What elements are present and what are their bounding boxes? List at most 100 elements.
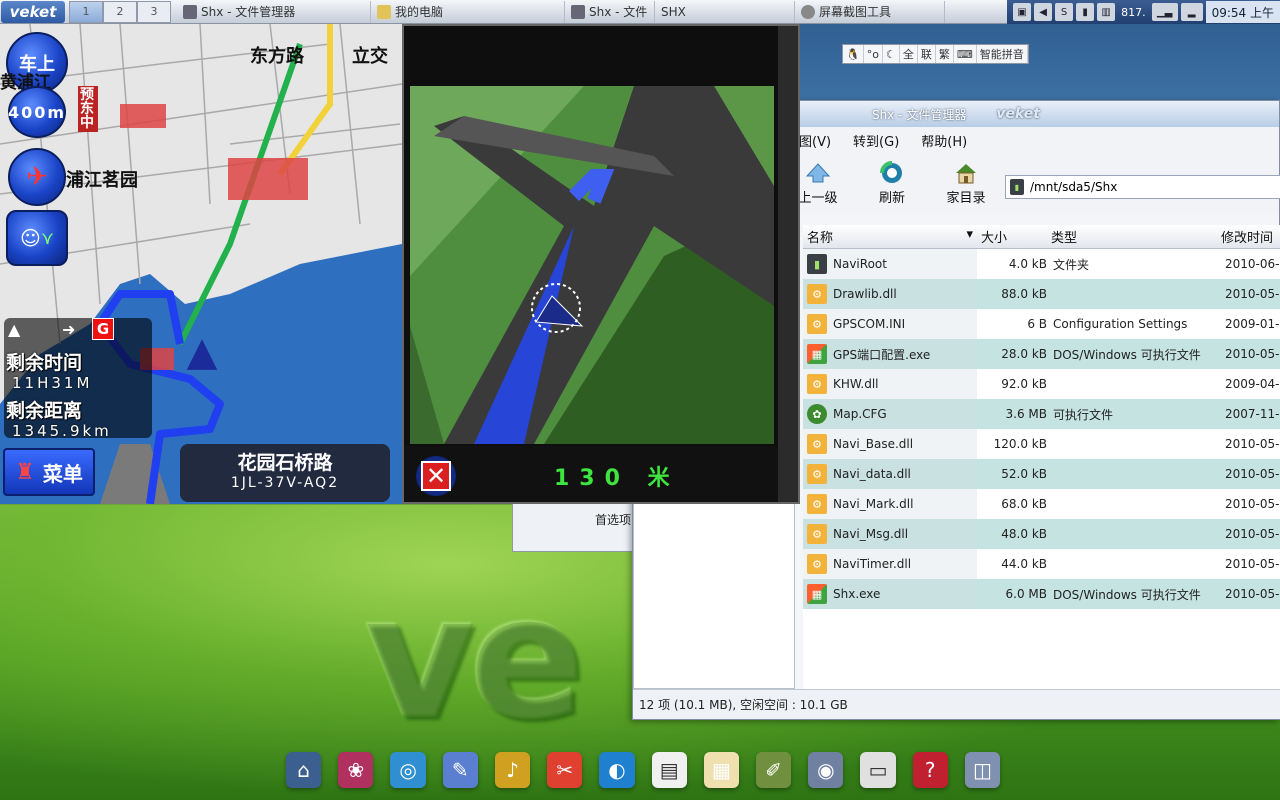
table-row[interactable]: ⚙ Drawlib.dll 88.0 kB 2010-05- <box>803 279 1280 309</box>
remaining-distance-label: 剩余距离 <box>6 400 83 422</box>
table-row[interactable]: ⚙ KHW.dll 92.0 kB 2009-04- <box>803 369 1280 399</box>
ime-toolbar: 🐧 °o ☾ 全 联 繁 ⌨ 智能拼音 <box>842 44 1029 64</box>
dock-chart-icon[interactable]: ▦ <box>703 752 739 788</box>
file-name-cell: ⚙ Navi_Base.dll <box>803 429 977 459</box>
table-row[interactable]: ⚙ Navi_Msg.dll 48.0 kB 2010-05- <box>803 519 1280 549</box>
file-size: 4.0 kB <box>1008 257 1047 271</box>
home-button[interactable]: 家目录 <box>941 161 991 206</box>
moon-icon[interactable]: ☾ <box>883 45 900 63</box>
remaining-distance-value: 1345.9km <box>12 422 112 440</box>
table-row[interactable]: ▮ NaviRoot 4.0 kB 文件夹 2010-06- <box>803 249 1280 279</box>
menu-view[interactable]: 图(V) <box>799 131 831 150</box>
dock-printer-icon[interactable]: ▭ <box>860 752 896 788</box>
task-button-computer[interactable]: 我的电脑 <box>371 0 565 23</box>
file-name-cell: ⚙ KHW.dll <box>803 369 977 399</box>
penguin-icon[interactable]: 🐧 <box>843 45 864 63</box>
scale-button[interactable]: 400m <box>8 86 66 138</box>
file-mtime: 2010-05- <box>1225 497 1280 511</box>
file-mtime: 2007-11- <box>1225 407 1280 421</box>
workspace-2[interactable]: 2 <box>103 0 137 23</box>
keyboard-icon[interactable]: ⌨ <box>954 45 977 63</box>
avatar-route-button[interactable]: ☺ ⋎ <box>6 210 68 266</box>
compass-button[interactable]: ✈ <box>8 148 66 206</box>
column-name[interactable]: 名称 ▾ <box>803 227 977 246</box>
path-bar[interactable]: ▮ /mnt/sda5/Shx <box>1005 175 1280 199</box>
workspace-3[interactable]: 3 <box>137 0 171 23</box>
dock-document-icon[interactable]: ▤ <box>651 752 687 788</box>
dock-help-icon[interactable]: ? <box>912 752 948 788</box>
file-mtime: 2010-05- <box>1225 467 1280 481</box>
dock-drive-icon[interactable]: ◉ <box>808 752 844 788</box>
column-type[interactable]: 类型 <box>1047 227 1217 246</box>
clock[interactable]: 09:54 上午 <box>1205 1 1280 23</box>
dock-ball-icon[interactable]: ◎ <box>390 752 426 788</box>
table-row[interactable]: ⚙ Navi_Mark.dll 68.0 kB 2010-05- <box>803 489 1280 519</box>
ime-item[interactable]: 繁 <box>936 45 954 63</box>
file-name: GPSCOM.INI <box>833 317 906 331</box>
refresh-icon <box>879 160 905 185</box>
task-label: 屏幕截图工具 <box>819 5 892 19</box>
menu-goto[interactable]: 转到(G) <box>853 131 899 150</box>
dock-paint-icon[interactable]: ✐ <box>755 752 792 788</box>
table-row[interactable]: ▦ Shx.exe 6.0 MB DOS/Windows 可执行文件 2010-05- <box>803 579 1280 609</box>
dock-music-icon[interactable]: ♪ <box>494 752 531 788</box>
table-row[interactable]: ⚙ NaviTimer.dll 44.0 kB 2010-05- <box>803 549 1280 579</box>
task-button-shx-fm-2[interactable]: Shx - 文件 <box>565 0 655 23</box>
task-label: Shx - 文件 <box>589 5 648 19</box>
file-size: 88.0 kB <box>1001 287 1047 301</box>
network-icon[interactable]: ▣ <box>1013 3 1032 21</box>
dock-camera-icon[interactable]: ◫ <box>964 752 1001 788</box>
thermometer-icon[interactable]: ▮ <box>1076 3 1095 21</box>
close-button[interactable]: ✕ <box>416 456 456 496</box>
task-button-screenshot[interactable]: 屏幕截图工具 <box>795 0 945 23</box>
vehicle-cursor-icon: ▲ <box>186 329 218 375</box>
junction-scrollbar[interactable] <box>778 26 798 502</box>
arrow-right-icon: ➜ <box>62 320 76 339</box>
workspace-1[interactable]: 1 <box>69 0 103 23</box>
mem-graph-icon[interactable]: ▂ <box>1180 3 1203 21</box>
file-size: 3.6 MB <box>1005 407 1047 421</box>
dock-tools-icon[interactable]: ✂ <box>547 752 583 788</box>
menu-help[interactable]: 帮助(H) <box>921 131 967 150</box>
home-icon <box>953 161 979 185</box>
menu-button[interactable]: ♜ 菜单 <box>3 448 95 496</box>
file-mtime: 2010-05- <box>1225 347 1280 361</box>
refresh-button[interactable]: 刷新 <box>867 160 917 206</box>
dock-home-icon[interactable]: ⌂ <box>286 752 322 788</box>
s-icon[interactable]: S <box>1055 3 1074 21</box>
file-name: Navi_Msg.dll <box>833 527 909 541</box>
dock-globe-icon[interactable]: ◐ <box>599 752 635 788</box>
navigation-map[interactable]: 车上 黄浦江 东方路 立交 400m 预东中 ✈ 浦江茗园 ☺ ⋎ ▲ ➜ G … <box>0 24 402 504</box>
north-arrow-icon: ▲ <box>8 320 21 339</box>
dock-photo-icon[interactable]: ❀ <box>338 752 374 788</box>
table-row[interactable]: ✿ Map.CFG 3.6 MB 可执行文件 2007-11- <box>803 399 1280 429</box>
ime-item[interactable]: 全 <box>900 45 918 63</box>
table-row[interactable]: ▦ GPS端口配置.exe 28.0 kB DOS/Windows 可执行文件 2010… <box>803 339 1280 369</box>
ime-item[interactable]: 联 <box>918 45 936 63</box>
ime-item[interactable]: °o <box>864 45 883 63</box>
dock-edit-icon[interactable]: ✎ <box>442 752 478 788</box>
up-button[interactable]: 上一级 <box>793 161 843 206</box>
file-name: Shx.exe <box>833 587 881 601</box>
file-name: NaviRoot <box>833 257 887 271</box>
file-rows: ▮ NaviRoot 4.0 kB 文件夹 2010-06- ⚙ Drawlib.dll 88… <box>803 249 1280 609</box>
file-mtime: 2010-06- <box>1225 257 1280 271</box>
task-button-shx[interactable]: SHX <box>655 0 795 23</box>
panel-logo[interactable]: veket <box>1 0 65 23</box>
dll-file-icon: ⚙ <box>807 494 827 514</box>
table-row[interactable]: ⚙ Navi_data.dll 52.0 kB 2010-05- <box>803 459 1280 489</box>
dll-file-icon: ⚙ <box>807 464 827 484</box>
task-button-shx-fm[interactable]: Shx - 文件管理器 <box>177 0 371 23</box>
battery-icon[interactable]: ▥ <box>1097 3 1116 21</box>
table-row[interactable]: ⚙ Navi_Base.dll 120.0 kB 2010-05- <box>803 429 1280 459</box>
file-list: 名称 ▾ 大小 类型 修改时间 ▮ NaviRoot 4.0 kB 文件夹 2010-06… <box>803 225 1280 689</box>
column-size[interactable]: 大小 <box>977 227 1047 246</box>
volume-icon[interactable]: ◀ <box>1034 3 1053 21</box>
cpu-graph-icon[interactable]: ▁▃ <box>1151 3 1178 21</box>
ime-item[interactable]: 智能拼音 <box>977 45 1028 63</box>
preferences-label[interactable]: 首选项 <box>595 511 631 528</box>
table-row[interactable]: ⚙ GPSCOM.INI 6 B Configuration Settings 2009… <box>803 309 1280 339</box>
column-mtime[interactable]: 修改时间 <box>1217 227 1280 246</box>
file-mtime: 2010-05- <box>1225 527 1280 541</box>
system-tray: ▣ ◀ S ▮ ▥ 817. ▁▃ ▂ 09:54 上午 <box>1007 0 1280 24</box>
